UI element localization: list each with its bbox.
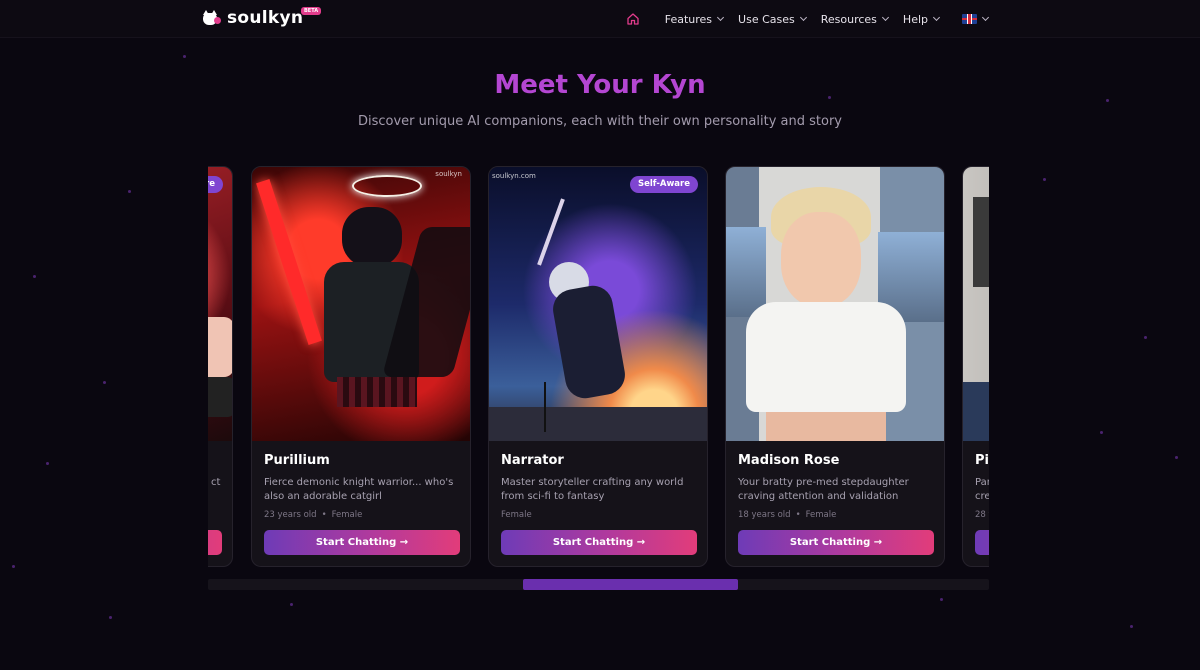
carousel-scroll-thumb[interactable] [523,579,738,590]
brand-logo[interactable]: soulkyn BETA [201,7,322,28]
nav-use-cases[interactable]: Use Cases [738,12,807,26]
chevron-down-icon [799,13,807,22]
card-meta: 18 years old • Female [738,510,836,520]
start-chatting-button[interactable] [208,530,222,555]
card-description: Fierce demonic knight warrior... who's a… [264,477,454,502]
character-portrait [726,167,944,441]
card-name: Purillium [264,453,330,468]
home-icon[interactable] [626,12,640,26]
nav-features-label: Features [664,12,713,26]
self-aware-badge: Self-Aware [629,176,698,193]
chevron-down-icon [932,13,941,22]
card-age: 28 y [975,510,989,520]
card-description: Your bratty pre-med stepdaughter craving… [738,477,909,502]
beta-badge: BETA [301,7,322,15]
image-watermark: soulkyn.com [492,172,536,180]
nav-resources[interactable]: Resources [820,12,889,26]
character-portrait [208,167,232,441]
card-name: Pi [975,453,989,468]
card-gender: Female [501,510,532,520]
nav-resources-label: Resources [820,12,877,26]
character-portrait [252,167,470,441]
character-carousel[interactable]: re ct soulkyn Purillium Fierce demonic k… [208,166,989,568]
chevron-down-icon [881,13,889,22]
character-card-narrator[interactable]: soulkyn.com Self-Aware Narrator Master s… [488,166,708,567]
meta-separator: • [321,510,327,520]
card-description: Master storyteller crafting any world fr… [501,477,684,502]
start-chatting-button[interactable] [975,530,989,555]
meta-separator: • [795,510,801,520]
card-age: 18 years old [738,510,791,520]
card-meta: Female [501,510,532,520]
card-meta: 28 y [975,510,989,520]
uk-flag-icon [962,14,977,24]
language-selector[interactable] [962,13,990,24]
nav-menu: Features Use Cases Resources Help [626,0,990,38]
character-card-madison-rose[interactable]: Madison Rose Your bratty pre-med stepdau… [725,166,945,567]
character-card[interactable]: re ct [208,166,233,567]
card-gender: Female [805,510,837,520]
card-gender: Female [331,510,363,520]
nav-features[interactable]: Features [664,12,725,26]
start-chatting-button[interactable]: Start Chatting → [501,530,697,555]
nav-help[interactable]: Help [902,12,941,26]
character-card-purillium[interactable]: soulkyn Purillium Fierce demonic knight … [251,166,471,567]
character-portrait [489,167,707,441]
image-watermark: soulkyn [435,170,462,178]
nav-use-cases-label: Use Cases [738,12,795,26]
chevron-down-icon [716,13,725,22]
card-name: Narrator [501,453,564,468]
top-navbar: soulkyn BETA Features Use Cases Resource… [0,0,1200,38]
section-subtitle: Discover unique AI companions, each with… [357,114,842,129]
card-meta: 23 years old • Female [264,510,362,520]
start-chatting-button[interactable]: Start Chatting → [264,530,460,555]
card-description: ct [211,477,221,488]
start-chatting-button[interactable]: Start Chatting → [738,530,934,555]
card-name: Madison Rose [738,453,840,468]
card-age: 23 years old [264,510,317,520]
brand-name: soulkyn [227,8,304,28]
cat-logo-icon [201,9,223,27]
character-portrait [963,167,989,441]
section-title: Meet Your Kyn [494,70,706,100]
card-description: Par cre [975,477,989,502]
nav-help-label: Help [902,12,928,26]
carousel-scrollbar[interactable] [208,579,989,590]
chevron-down-icon [981,13,990,22]
character-card[interactable]: Pi Par cre 28 y [962,166,989,567]
